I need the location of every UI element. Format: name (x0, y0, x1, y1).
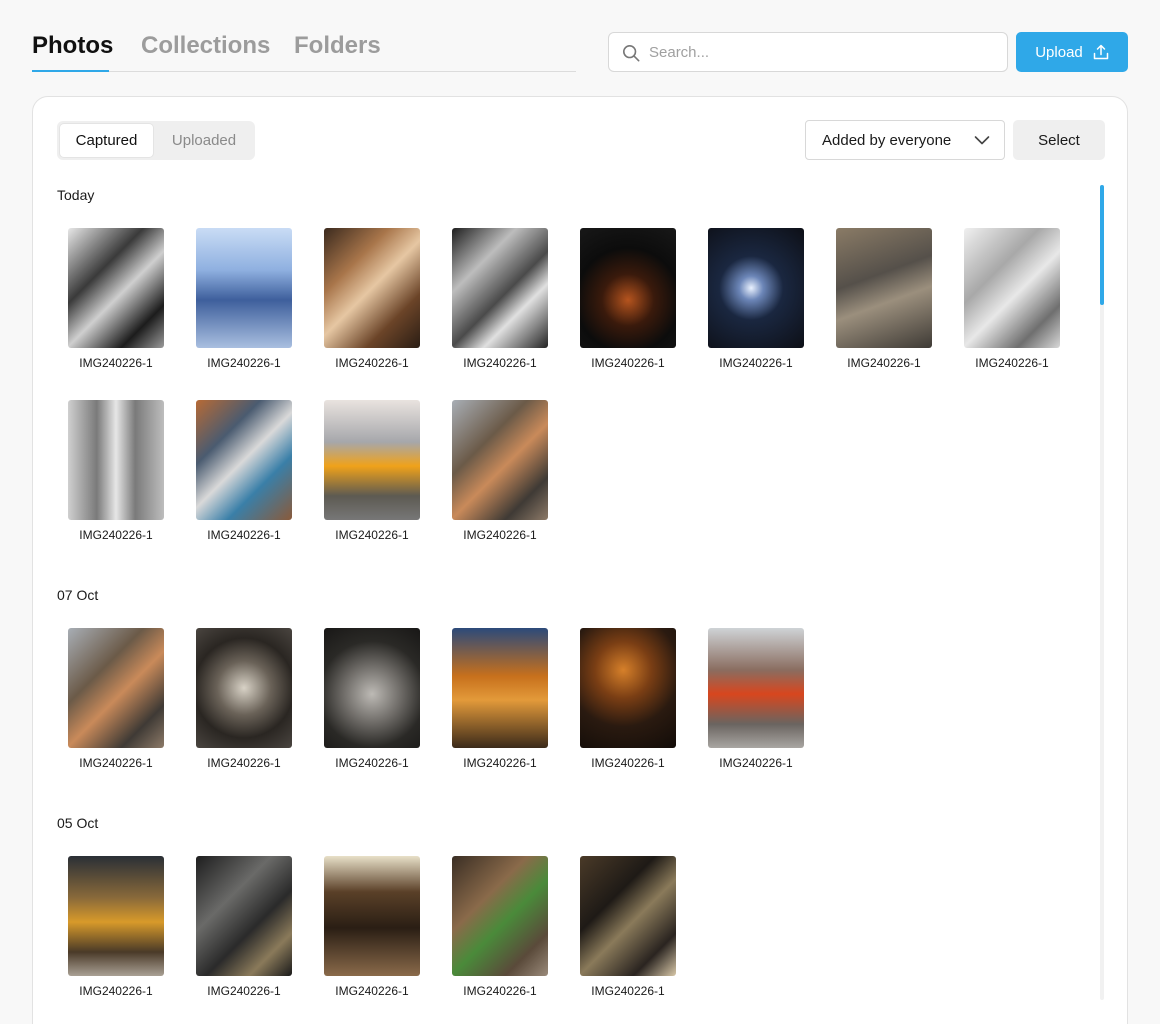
photo-filename: IMG240226-1 (591, 356, 665, 370)
select-button[interactable]: Select (1013, 120, 1105, 160)
upload-label: Upload (1035, 43, 1083, 61)
photo-image[interactable] (196, 856, 292, 976)
photo-filename: IMG240226-1 (335, 756, 409, 770)
photo-image[interactable] (836, 228, 932, 348)
photo-thumbnail[interactable]: IMG240226-1 (68, 856, 164, 998)
scroll-thumb[interactable] (1100, 185, 1104, 305)
view-tabs: Photos Collections Folders (32, 30, 576, 72)
photo-image[interactable] (580, 856, 676, 976)
photo-filename: IMG240226-1 (463, 528, 537, 542)
photo-image[interactable] (68, 856, 164, 976)
photo-thumbnail[interactable]: IMG240226-1 (68, 400, 164, 542)
search-icon (622, 44, 640, 62)
photo-thumbnail[interactable]: IMG240226-1 (452, 228, 548, 370)
photo-filename: IMG240226-1 (79, 356, 153, 370)
photo-thumbnail[interactable]: IMG240226-1 (964, 228, 1060, 370)
photo-thumbnail[interactable]: IMG240226-1 (452, 628, 548, 770)
photo-image[interactable] (196, 628, 292, 748)
photo-filename: IMG240226-1 (335, 984, 409, 998)
photo-thumbnail[interactable]: IMG240226-1 (324, 628, 420, 770)
photo-filename: IMG240226-1 (719, 756, 793, 770)
scrollbar[interactable] (1100, 185, 1104, 1000)
photo-image[interactable] (68, 228, 164, 348)
date-group-label: 07 Oct (57, 587, 99, 603)
photo-filename: IMG240226-1 (207, 528, 281, 542)
photo-filename: IMG240226-1 (335, 356, 409, 370)
photo-thumbnail[interactable]: IMG240226-1 (708, 628, 804, 770)
upload-icon (1093, 44, 1109, 60)
photo-image[interactable] (68, 628, 164, 748)
photo-image[interactable] (708, 628, 804, 748)
source-toggle: Captured Uploaded (57, 121, 255, 160)
photo-thumbnail[interactable]: IMG240226-1 (324, 400, 420, 542)
photo-filename: IMG240226-1 (719, 356, 793, 370)
photo-filename: IMG240226-1 (847, 356, 921, 370)
photo-image[interactable] (68, 400, 164, 520)
photo-filename: IMG240226-1 (79, 756, 153, 770)
photo-filename: IMG240226-1 (591, 984, 665, 998)
photo-thumbnail[interactable]: IMG240226-1 (836, 228, 932, 370)
tab-photos[interactable]: Photos (32, 32, 113, 60)
photo-image[interactable] (324, 628, 420, 748)
photo-thumbnail[interactable]: IMG240226-1 (68, 228, 164, 370)
photo-thumbnail[interactable]: IMG240226-1 (580, 228, 676, 370)
photo-thumbnail[interactable]: IMG240226-1 (324, 856, 420, 998)
search-box (608, 32, 1008, 72)
photo-image[interactable] (324, 228, 420, 348)
photo-filename: IMG240226-1 (463, 984, 537, 998)
photo-filename: IMG240226-1 (207, 356, 281, 370)
photo-image[interactable] (452, 400, 548, 520)
photo-filename: IMG240226-1 (335, 528, 409, 542)
photo-filename: IMG240226-1 (463, 356, 537, 370)
photo-thumbnail[interactable]: IMG240226-1 (68, 628, 164, 770)
active-tab-indicator (32, 70, 109, 72)
search-input[interactable] (649, 33, 999, 71)
photo-image[interactable] (452, 228, 548, 348)
photo-image[interactable] (324, 856, 420, 976)
tab-collections[interactable]: Collections (141, 32, 270, 60)
photo-filename: IMG240226-1 (975, 356, 1049, 370)
photo-thumbnail[interactable]: IMG240226-1 (452, 400, 548, 542)
photo-image[interactable] (452, 856, 548, 976)
date-group-label: 05 Oct (57, 815, 99, 831)
photo-filename: IMG240226-1 (207, 756, 281, 770)
tab-folders[interactable]: Folders (294, 32, 381, 60)
filter-value: Added by everyone (822, 132, 952, 149)
photo-thumbnail[interactable]: IMG240226-1 (452, 856, 548, 998)
photo-image[interactable] (580, 628, 676, 748)
photo-thumbnail[interactable]: IMG240226-1 (708, 228, 804, 370)
photo-thumbnail[interactable]: IMG240226-1 (196, 856, 292, 998)
photo-thumbnail[interactable]: IMG240226-1 (196, 400, 292, 542)
photo-image[interactable] (708, 228, 804, 348)
photo-panel: Captured Uploaded Added by everyone Sele… (32, 96, 1128, 1024)
date-group-label: Today (57, 187, 95, 203)
segment-uploaded[interactable]: Uploaded (156, 124, 252, 157)
photo-image[interactable] (324, 400, 420, 520)
photo-filename: IMG240226-1 (79, 984, 153, 998)
photo-filename: IMG240226-1 (463, 756, 537, 770)
photo-thumbnail[interactable]: IMG240226-1 (196, 228, 292, 370)
photo-image[interactable] (580, 228, 676, 348)
photo-filename: IMG240226-1 (591, 756, 665, 770)
photo-thumbnail[interactable]: IMG240226-1 (196, 628, 292, 770)
photo-thumbnail[interactable]: IMG240226-1 (580, 628, 676, 770)
segment-captured[interactable]: Captured (60, 124, 153, 157)
photo-thumbnail[interactable]: IMG240226-1 (580, 856, 676, 998)
added-by-filter[interactable]: Added by everyone (805, 120, 1005, 160)
chevron-down-icon (974, 136, 990, 145)
photo-image[interactable] (964, 228, 1060, 348)
photo-filename: IMG240226-1 (79, 528, 153, 542)
upload-button[interactable]: Upload (1016, 32, 1128, 72)
photo-filename: IMG240226-1 (207, 984, 281, 998)
photo-image[interactable] (196, 400, 292, 520)
photo-image[interactable] (196, 228, 292, 348)
photo-image[interactable] (452, 628, 548, 748)
photo-thumbnail[interactable]: IMG240226-1 (324, 228, 420, 370)
